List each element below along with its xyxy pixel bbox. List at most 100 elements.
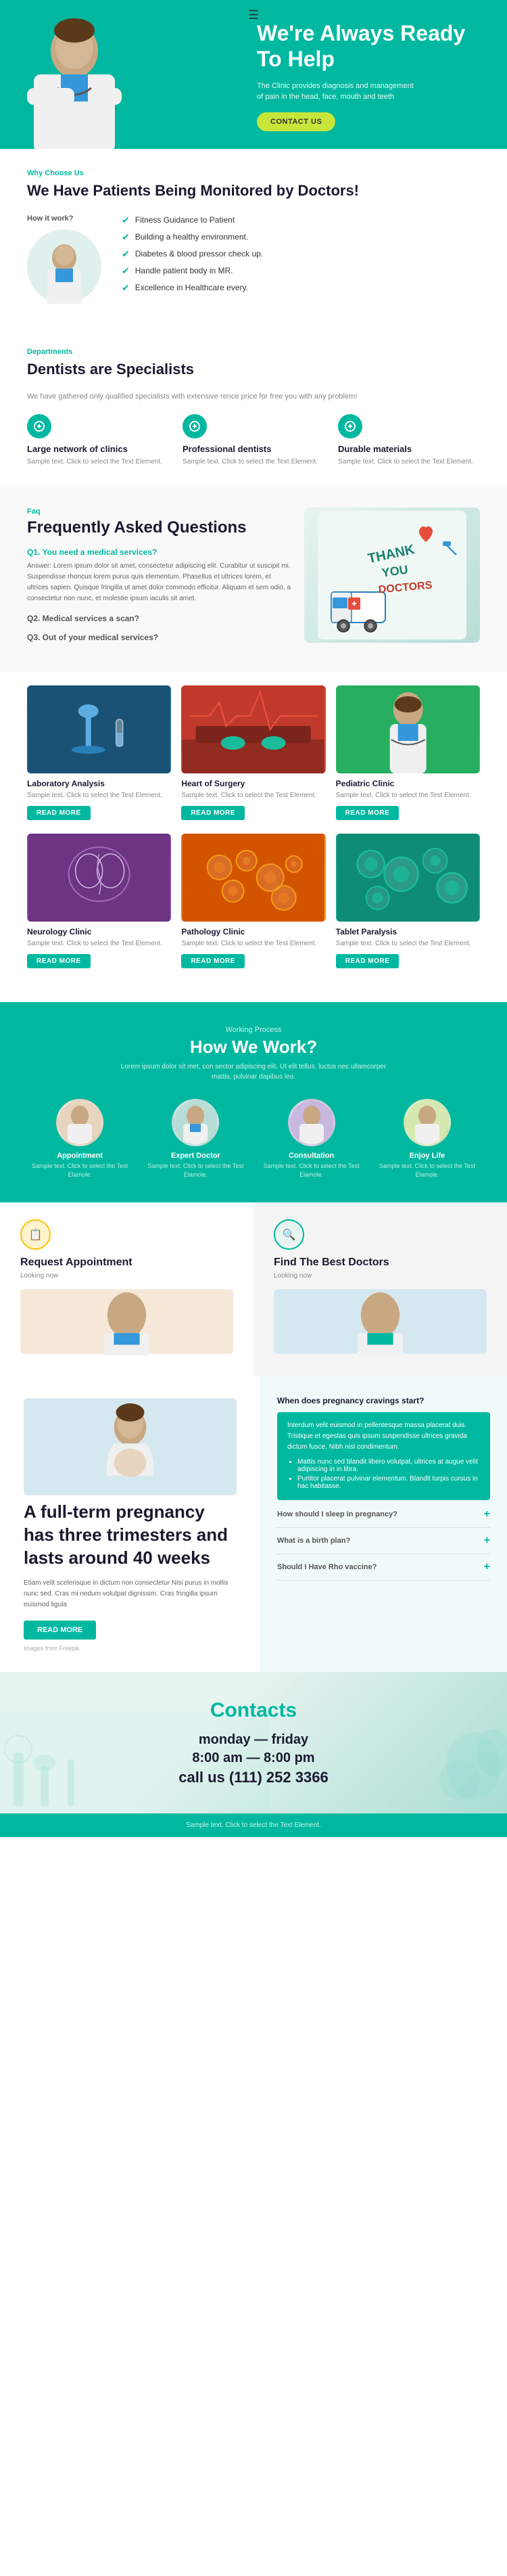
pregnancy-read-more[interactable]: READ MORE: [24, 1621, 96, 1640]
faq-q-2[interactable]: Q2. Medical services a scan?: [27, 614, 291, 623]
header-text: We're Always Ready To Help The Clinic pr…: [257, 20, 487, 131]
plus-icon-2: +: [484, 1535, 490, 1547]
service-card-pathology: Pathology Clinic Sample text. Click to s…: [181, 834, 325, 968]
pregnancy-image: [24, 1396, 237, 1497]
preg-other-q-3: Should I Have Rho vaccine? +: [277, 1561, 490, 1581]
service-title-pathology: Pathology Clinic: [181, 927, 325, 936]
pregnancy-img-credit: Images from Freepik: [24, 1645, 237, 1652]
preg-other-q-1: How should I sleep in pregnancy? +: [277, 1508, 490, 1528]
dept-card-2: Professional dentists Sample text. Click…: [183, 414, 324, 467]
faq-item-1: Q1. You need a medical services? Answer:…: [27, 547, 291, 604]
find-subtitle: Looking now: [274, 1272, 487, 1280]
dept-card-title-2: Professional dentists: [183, 444, 324, 454]
service-text-heart: Sample text. Click to select the Test El…: [181, 791, 325, 800]
pregnancy-left: A full-term pregnancy has three trimeste…: [0, 1376, 260, 1671]
service-img-pathology: [181, 834, 325, 922]
preg-list-item-1: Mattis nunc sed blandit libero volutpat,…: [297, 1458, 480, 1473]
footer: Sample text. Click to select the Text El…: [0, 1813, 507, 1837]
how-it-works: How it work? ✔Fitness Guidance to Patien…: [27, 214, 480, 307]
preg-faq-q[interactable]: When does pregnancy cravings start?: [277, 1396, 490, 1405]
faq-q-1[interactable]: Q1. You need a medical services?: [27, 547, 291, 557]
service-text-pediatric: Sample text. Click to select the Test El…: [336, 791, 480, 800]
read-more-pathology[interactable]: READ MORE: [181, 954, 245, 968]
faq-title: Frequently Asked Questions: [27, 518, 291, 537]
contacts-title: Contacts: [27, 1699, 480, 1722]
pregnancy-text: Etiam velit scelerisque in dictum non co…: [24, 1578, 237, 1610]
menu-icon[interactable]: ☰: [248, 8, 259, 22]
service-img-lab: [27, 685, 171, 773]
service-card-pediatric: Pediatric Clinic Sample text. Click to s…: [336, 685, 480, 820]
contacts-hours-2: 8:00 am — 8:00 pm: [27, 1750, 480, 1766]
step-circle-appointment: [56, 1099, 103, 1146]
check-icon: ✔: [122, 214, 130, 226]
faq-item-3: Q3. Out of your medical services?: [27, 633, 291, 642]
faq-item-2: Q2. Medical services a scan?: [27, 614, 291, 623]
faq-right: THANK YOU DOCTORS: [304, 507, 480, 652]
read-more-neuro[interactable]: READ MORE: [27, 954, 91, 968]
search-icon: 🔍: [283, 1228, 296, 1242]
pregnancy-section: A full-term pregnancy has three trimeste…: [0, 1376, 507, 1671]
services-row-2: Neurology Clinic Sample text. Click to s…: [27, 834, 480, 968]
pregnancy-title: A full-term pregnancy has three trimeste…: [24, 1501, 237, 1569]
preg-other-q-label-3[interactable]: Should I Have Rho vaccine? +: [277, 1561, 490, 1573]
preg-faq-answer-text: Interdum velit euismod in pellentesque m…: [287, 1420, 480, 1453]
dept-card-title-3: Durable materials: [338, 444, 480, 454]
service-text-lab: Sample text. Click to select the Test El…: [27, 791, 171, 800]
dept-card-1: Large network of clinics Sample text. Cl…: [27, 414, 169, 467]
work-step-3: Consultation Sample text. Click to selec…: [259, 1099, 364, 1179]
services-row-1: Laboratory Analysis Sample text. Click t…: [27, 685, 480, 820]
check-icon: ✔: [122, 265, 130, 277]
dept-card-text-2: Sample text. Click to select the Text El…: [183, 457, 324, 467]
header-subtitle: The Clinic provides diagnosis and manage…: [257, 81, 419, 103]
service-card-tablet: Tablet Paralysis Sample text. Click to s…: [336, 834, 480, 968]
preg-faq-list: Mattis nunc sed blandit libero volutpat,…: [287, 1458, 480, 1490]
dept-label: Departments: [27, 348, 480, 356]
service-card-heart: Heart of Surgery Sample text. Click to s…: [181, 685, 325, 820]
departments-section: Departments Dentists are Specialists We …: [0, 327, 507, 488]
request-image: [20, 1288, 233, 1355]
read-more-tablet[interactable]: READ MORE: [336, 954, 400, 968]
preg-other-q-label-2[interactable]: What is a birth plan? +: [277, 1535, 490, 1547]
request-icon: 📋: [20, 1219, 51, 1250]
service-title-pediatric: Pediatric Clinic: [336, 779, 480, 788]
how-work-section: Working Process How We Work? Lorem ipsum…: [0, 1002, 507, 1202]
services-grid: Laboratory Analysis Sample text. Click t…: [0, 672, 507, 1002]
how-label: How it work?: [27, 214, 101, 223]
read-more-pediatric[interactable]: READ MORE: [336, 806, 400, 820]
footer-text: Sample text. Click to select the Text El…: [27, 1822, 480, 1829]
request-title: Request Appointment: [20, 1257, 233, 1269]
contacts-section: Contacts monday — friday 8:00 am — 8:00 …: [0, 1672, 507, 1813]
thank-you-image: THANK YOU DOCTORS: [304, 507, 480, 643]
read-more-heart[interactable]: READ MORE: [181, 806, 245, 820]
read-more-lab[interactable]: READ MORE: [27, 806, 91, 820]
dept-card-3: Durable materials Sample text. Click to …: [338, 414, 480, 467]
faq-section: Faq Frequently Asked Questions Q1. You n…: [0, 487, 507, 672]
check-icon: ✔: [122, 282, 130, 294]
preg-other-q-label-1[interactable]: How should I sleep in pregnancy? +: [277, 1508, 490, 1520]
service-title-heart: Heart of Surgery: [181, 779, 325, 788]
clipboard-icon: 📋: [29, 1228, 43, 1242]
dept-card-text-1: Sample text. Click to select the Text El…: [27, 457, 169, 467]
service-text-pathology: Sample text. Click to select the Test El…: [181, 939, 325, 949]
contact-button[interactable]: CONTACT US: [257, 112, 335, 131]
faq-label: Faq: [27, 507, 291, 516]
feature-item: ✔Building a healthy environment.: [122, 231, 263, 243]
step-desc-1: Sample text. Click to select the Test El…: [27, 1162, 132, 1179]
preg-other-q-2: What is a birth plan? +: [277, 1535, 490, 1554]
faq-q-3[interactable]: Q3. Out of your medical services?: [27, 633, 291, 642]
contacts-hours-1: monday — friday: [27, 1732, 480, 1748]
service-img-tablet: [336, 834, 480, 922]
why-label: Why Choose Us: [27, 169, 480, 177]
request-find-section: 📋 Request Appointment Looking now 🔍 Find…: [0, 1202, 507, 1376]
request-subtitle: Looking now: [20, 1272, 233, 1280]
header: ☰ We're Always Ready To Help The Clinic …: [0, 0, 507, 149]
service-title-lab: Laboratory Analysis: [27, 779, 171, 788]
find-icon: 🔍: [274, 1219, 304, 1250]
step-title-3: Consultation: [259, 1152, 364, 1160]
step-title-1: Appointment: [27, 1152, 132, 1160]
step-desc-3: Sample text. Click to select the Test El…: [259, 1162, 364, 1179]
work-step-4: Enjoy Life Sample text. Click to select …: [375, 1099, 480, 1179]
service-img-heart: [181, 685, 325, 773]
pregnancy-right: When does pregnancy cravings start? Inte…: [260, 1376, 507, 1671]
step-circle-consultation: [288, 1099, 335, 1146]
